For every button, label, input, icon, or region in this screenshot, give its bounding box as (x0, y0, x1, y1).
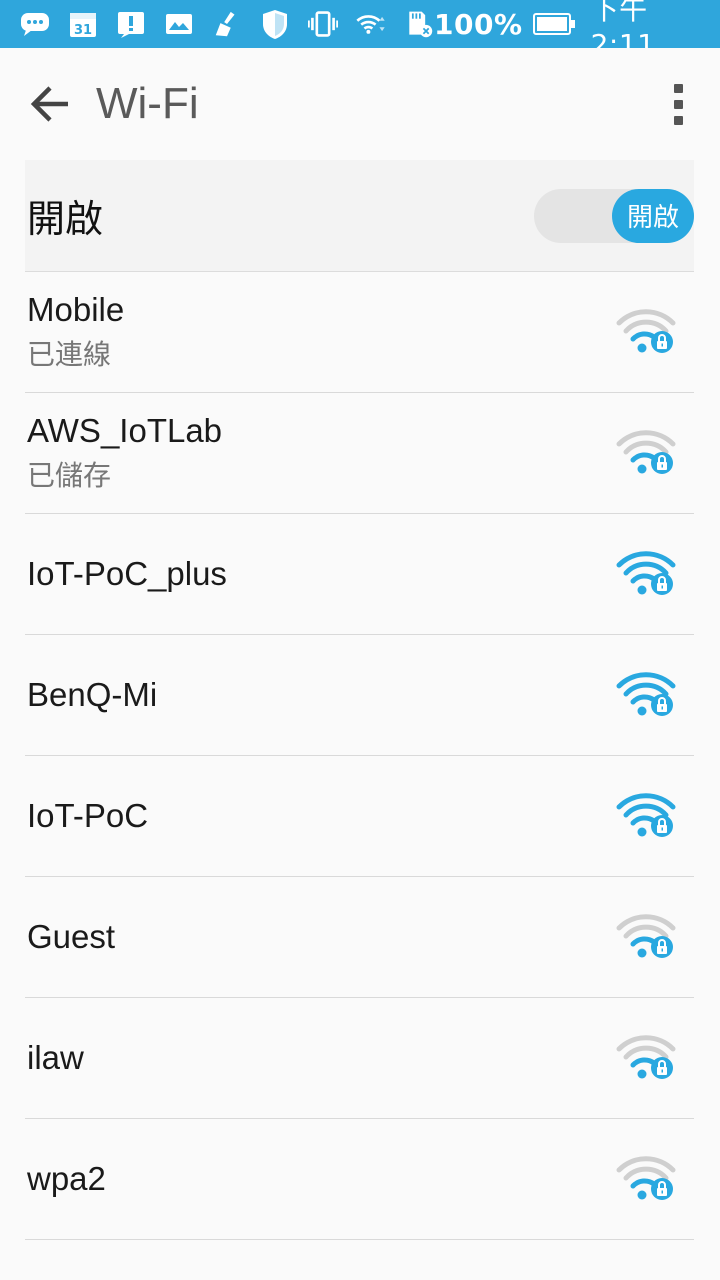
status-bar: 31 100% 下午2:11 (0, 0, 720, 61)
gallery-icon (164, 9, 194, 39)
wifi-master-switch-row[interactable]: 開啟 開啟 (25, 160, 694, 272)
cleaner-icon (212, 9, 242, 39)
network-name: BenQ-Mi (27, 676, 158, 713)
network-name: IoT-PoC_plus (27, 555, 227, 592)
network-text: Guest (27, 918, 115, 956)
network-name: IoT-PoC (27, 797, 149, 834)
alert-icon (116, 9, 146, 39)
more-vert-icon (673, 83, 683, 93)
network-text: IoT-PoC_plus (27, 555, 227, 593)
network-item[interactable]: ilaw (25, 998, 694, 1119)
network-text: wpa2 (27, 1160, 106, 1198)
network-item[interactable]: IoT-PoC_plus (25, 514, 694, 635)
battery-icon (532, 13, 575, 35)
page-title: Wi-Fi (96, 79, 199, 128)
notification-icons: 31 (20, 9, 434, 39)
svg-text:31: 31 (74, 23, 92, 38)
network-text: AWS_IoTLab 已儲存 (27, 412, 222, 494)
wifi-lock-signal-icon (616, 1156, 676, 1200)
network-name: AWS_IoTLab (27, 412, 223, 449)
arrow-back-icon (30, 86, 68, 122)
wifi-lock-signal-icon (616, 309, 676, 353)
network-item[interactable]: Mobile 已連線 (25, 272, 694, 393)
network-text: IoT-PoC (27, 797, 148, 835)
chat-icon (20, 9, 50, 39)
network-item[interactable]: Guest (25, 877, 694, 998)
network-status: 已連線 (27, 338, 112, 371)
wifi-lock-signal-icon (616, 430, 676, 474)
network-item[interactable]: AWS_IoTLab 已儲存 (25, 393, 694, 514)
shield-icon (260, 9, 290, 39)
network-status: 已儲存 (27, 459, 112, 492)
wifi-lock-signal-icon (616, 1035, 676, 1079)
app-bar: Wi-Fi (0, 48, 720, 160)
network-name: Guest (27, 918, 116, 955)
calendar-icon: 31 (68, 9, 98, 39)
wifi-status-icon (356, 9, 386, 39)
toggle-knob: 開啟 (612, 188, 694, 243)
wifi-switch-label: 開啟 (27, 197, 104, 241)
sd-card-error-icon (404, 9, 434, 39)
network-name: ilaw (27, 1039, 84, 1076)
wifi-toggle[interactable]: 開啟 (534, 188, 694, 243)
more-options-button[interactable] (654, 68, 702, 140)
wifi-lock-signal-icon (616, 914, 676, 958)
network-item[interactable]: IoT-PoC (25, 756, 694, 877)
network-name: Mobile (27, 291, 125, 328)
network-name: wpa2 (27, 1160, 106, 1197)
network-text: ilaw (27, 1039, 84, 1077)
wifi-lock-signal-icon (616, 793, 676, 837)
network-text: Mobile 已連線 (27, 291, 124, 373)
battery-percentage: 100% (434, 7, 523, 41)
back-button[interactable] (14, 68, 86, 140)
vibrate-icon (308, 9, 338, 39)
wifi-lock-signal-icon (616, 672, 676, 716)
network-text: BenQ-Mi (27, 676, 157, 714)
network-list: Mobile 已連線 AWS_IoTLab 已儲存 IoT-PoC_plus BenQ-M… (25, 272, 694, 1240)
wifi-lock-signal-icon (616, 551, 676, 595)
battery-level (536, 17, 567, 31)
network-item[interactable]: wpa2 (25, 1119, 694, 1240)
network-item[interactable]: BenQ-Mi (25, 635, 694, 756)
